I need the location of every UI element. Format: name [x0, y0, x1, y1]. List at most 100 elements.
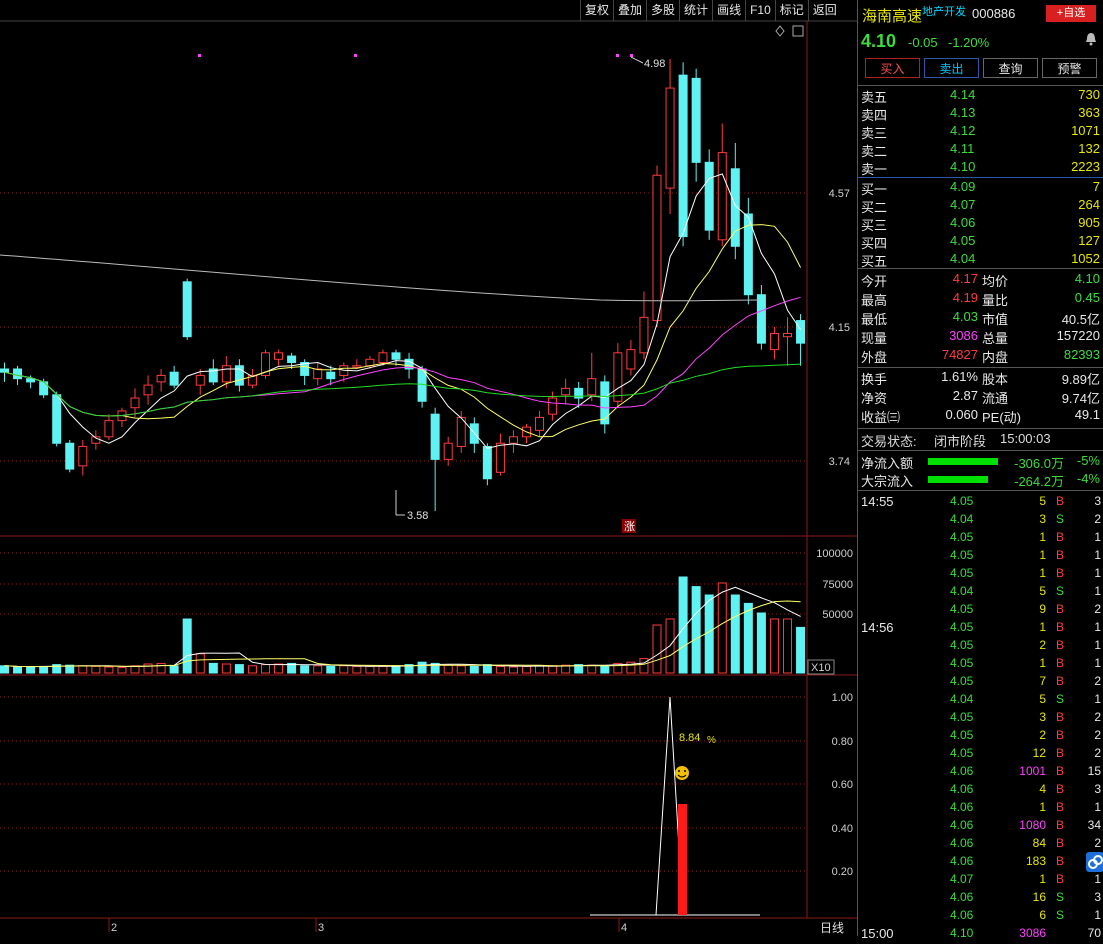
tick-row[interactable]: 4.05 1 B 1: [858, 620, 1103, 638]
candle-body: [156, 374, 166, 383]
candle-body: [600, 381, 610, 425]
link-icon[interactable]: [1086, 852, 1103, 872]
alert-button[interactable]: 预警: [1042, 58, 1097, 78]
ask-volume: 2223: [1071, 159, 1100, 174]
tick-row[interactable]: 4.05 12 B 2: [858, 746, 1103, 764]
volume-bar: [261, 664, 270, 674]
tick-row[interactable]: 4.06 1080 B 34: [858, 818, 1103, 836]
tick-row[interactable]: 4.04 5 S 1: [858, 584, 1103, 602]
tick-row[interactable]: 4.05 1 B 1: [858, 566, 1103, 584]
candle-body: [195, 374, 205, 386]
stock-sector[interactable]: 地产开发: [922, 3, 966, 19]
volume-bar: [730, 594, 740, 674]
add-favorite-button[interactable]: +自选: [1046, 5, 1096, 22]
tick-row[interactable]: 4.06 1001 B 15: [858, 764, 1103, 782]
volume-bar: [391, 665, 401, 674]
trade-status-time: 15:00:03: [1000, 431, 1051, 446]
volume-bar: [456, 665, 466, 674]
flow-pct: -5%: [1076, 453, 1100, 468]
price-change: -0.05: [908, 35, 938, 50]
price-change-pct: -1.20%: [948, 35, 990, 50]
volume-axis-label: 50000: [822, 609, 853, 621]
bid-price[interactable]: 4.09: [950, 179, 975, 194]
ask-price[interactable]: 4.12: [950, 123, 975, 138]
ask-price[interactable]: 4.13: [950, 105, 975, 120]
signal-marker: [630, 54, 633, 57]
ask-price[interactable]: 4.14: [950, 87, 975, 102]
tick-row[interactable]: 4.05 2 B 2: [858, 728, 1103, 746]
volume-bar: [117, 667, 127, 674]
tick-row[interactable]: 4.05 3 B 2: [858, 710, 1103, 728]
candle-body: [756, 294, 766, 344]
stat-value: 4.19: [952, 290, 978, 305]
ask-price[interactable]: 4.11: [950, 141, 974, 156]
ask-volume: 132: [1078, 141, 1100, 156]
buy-button[interactable]: 买入: [865, 58, 920, 78]
indicator-axis-label: 1.00: [832, 692, 853, 704]
volume-bar: [417, 661, 427, 674]
bid-volume: 264: [1078, 197, 1100, 212]
tick-row[interactable]: 4.06 183 B 6: [858, 854, 1103, 872]
tick-row[interactable]: 4.05 2 B 1: [858, 638, 1103, 656]
stat-label: 市值: [982, 312, 1009, 327]
month-label: 2: [111, 922, 117, 934]
stat-value: 4.10: [1074, 271, 1100, 286]
kline-chart[interactable]: 4.57 4.15 3.74 100000 75000 50000 1.00 0.80 0.60…: [0, 0, 857, 936]
bid-price[interactable]: 4.06: [950, 215, 975, 230]
bid-price[interactable]: 4.05: [950, 233, 975, 248]
trade-status-value: 闭市阶段: [934, 434, 987, 449]
stat-value: 74827: [941, 347, 978, 362]
flow-pct: -4%: [1076, 471, 1100, 486]
candle-body: [704, 161, 714, 231]
tick-row[interactable]: 4.05 1 B 1: [858, 656, 1103, 674]
stat-label: 今开: [861, 274, 888, 289]
smiley-icon: [675, 766, 689, 780]
tick-row[interactable]: 4.06 6 S 1: [858, 908, 1103, 926]
volume-bar: [91, 665, 101, 674]
volume-bar: [587, 664, 597, 674]
query-button[interactable]: 查询: [983, 58, 1038, 78]
candle-body: [78, 445, 88, 467]
bid-price[interactable]: 4.07: [950, 197, 975, 212]
candle-body: [587, 378, 597, 396]
candle-body: [613, 352, 623, 402]
volume-bar: [169, 665, 179, 674]
stat-label: 最高: [861, 293, 888, 308]
indicator-axis-label: 0.60: [832, 779, 853, 791]
tick-row[interactable]: 4.04 3 S 2: [858, 512, 1103, 530]
candle-body: [717, 152, 727, 241]
candle-body: [52, 394, 62, 444]
candle-body: [783, 332, 792, 338]
ask-price[interactable]: 4.10: [950, 159, 975, 174]
tick-row[interactable]: 4.05 5 B 3: [858, 494, 1103, 512]
period-label: 日线: [820, 921, 844, 935]
bell-icon[interactable]: [1084, 32, 1098, 46]
tick-row[interactable]: 4.06 1 B 1: [858, 800, 1103, 818]
volume-bar: [156, 662, 166, 674]
bid-price[interactable]: 4.04: [950, 251, 975, 266]
candle-body: [352, 365, 362, 368]
tick-row[interactable]: 4.07 1 B 1: [858, 872, 1103, 890]
window-icon: [792, 25, 804, 37]
indicator-annotation: 8.84: [679, 732, 700, 744]
tick-row[interactable]: 4.10 3086 70: [858, 926, 1103, 944]
indicator-axis-label: 0.80: [832, 736, 853, 748]
tick-row[interactable]: 4.04 5 S 1: [858, 692, 1103, 710]
ask-volume: 1071: [1071, 123, 1100, 138]
bid-label: 买四: [861, 236, 888, 251]
tick-row[interactable]: 4.05 1 B 1: [858, 530, 1103, 548]
indicator-axis-label: 0.20: [832, 866, 853, 878]
flow-bar: [928, 458, 998, 465]
tick-row[interactable]: 4.05 1 B 1: [858, 548, 1103, 566]
volume-bar: [743, 602, 753, 674]
tick-row[interactable]: 4.06 84 B 2: [858, 836, 1103, 854]
stock-name: 海南高速: [862, 8, 923, 25]
sell-button[interactable]: 卖出: [924, 58, 979, 78]
tick-row[interactable]: 4.05 9 B 2: [858, 602, 1103, 620]
candle-body: [796, 320, 806, 344]
stat-label: 量比: [982, 293, 1009, 308]
tick-row[interactable]: 4.06 4 B 3: [858, 782, 1103, 800]
tick-row[interactable]: 4.05 7 B 2: [858, 674, 1103, 692]
stat-label: 外盘: [861, 350, 888, 365]
tick-row[interactable]: 4.06 16 S 3: [858, 890, 1103, 908]
